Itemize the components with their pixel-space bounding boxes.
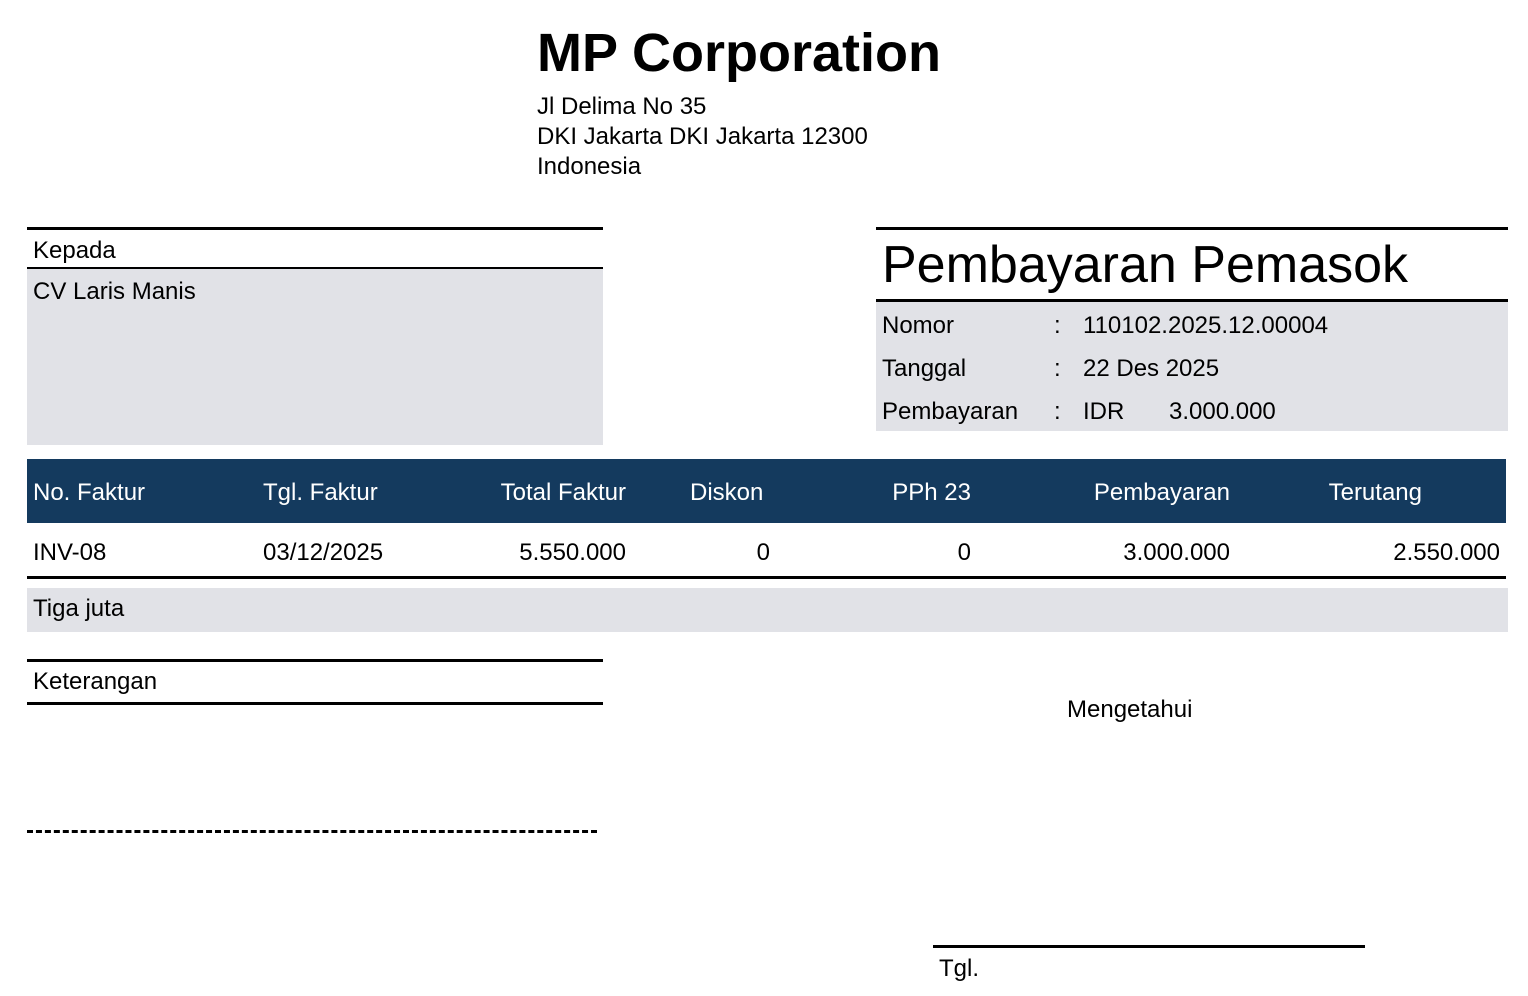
address-line-3: Indonesia — [537, 153, 642, 180]
info-colon: : — [1054, 355, 1061, 382]
document-box: Pembayaran Pemasok Nomor : 110102.2025.1… — [876, 227, 1508, 431]
header-invoice-total: Total Faktur — [500, 479, 626, 506]
cell-invoice-date: 03/12/2025 — [263, 539, 384, 566]
info-row-number: Nomor : 110102.2025.12.00004 — [876, 306, 1508, 349]
document-number: 110102.2025.12.00004 — [1083, 312, 1329, 339]
document-info: Nomor : 110102.2025.12.00004 Tanggal : 2… — [876, 302, 1508, 431]
header-discount: Diskon — [690, 479, 764, 506]
recipient-box: Kepada CV Laris Manis — [27, 227, 603, 445]
notes-dashed-line — [27, 830, 597, 833]
info-label: Nomor — [882, 312, 955, 339]
header-invoice-date: Tgl. Faktur — [263, 479, 378, 506]
header-payment: Pembayaran — [1093, 479, 1230, 506]
header-pph23: PPh 23 — [892, 479, 971, 506]
signature-line — [933, 945, 1365, 948]
recipient-label: Kepada — [27, 227, 603, 269]
cell-invoice-no: INV-08 — [33, 539, 107, 566]
cell-invoice-total: 5.550.000 — [519, 539, 626, 566]
amount-in-words: Tiga juta — [27, 588, 1508, 632]
info-row-payment: Pembayaran : IDR 3.000.000 — [876, 392, 1508, 435]
address-line-1: Jl Delima No 35 — [537, 93, 707, 120]
address-line-2: DKI Jakarta DKI Jakarta 12300 — [537, 123, 868, 150]
info-row-date: Tanggal : 22 Des 2025 — [876, 349, 1508, 392]
cell-pph23: 0 — [957, 539, 971, 566]
info-label: Pembayaran — [882, 398, 1019, 425]
payment-amount: 3.000.000 — [1169, 398, 1276, 425]
company-address: Jl Delima No 35 DKI Jakarta DKI Jakarta … — [537, 92, 868, 182]
signature-date-label: Tgl. — [939, 955, 980, 982]
header-invoice-no: No. Faktur — [33, 479, 146, 506]
info-colon: : — [1054, 312, 1061, 339]
cell-payment: 3.000.000 — [1123, 539, 1230, 566]
acknowledged-label: Mengetahui — [1067, 696, 1193, 723]
cell-outstanding: 2.550.000 — [1393, 539, 1500, 566]
invoice-table: No. Faktur Tgl. Faktur Total Faktur Disk… — [27, 459, 1506, 579]
table-header: No. Faktur Tgl. Faktur Total Faktur Disk… — [27, 459, 1506, 523]
company-name: MP Corporation — [537, 23, 941, 83]
info-colon: : — [1054, 398, 1061, 425]
recipient-name: CV Laris Manis — [27, 269, 603, 445]
cell-discount: 0 — [756, 539, 770, 566]
table-row: INV-08 03/12/2025 5.550.000 0 0 3.000.00… — [27, 523, 1506, 579]
document-title: Pembayaran Pemasok — [876, 227, 1508, 302]
header-outstanding: Terutang — [1328, 479, 1422, 506]
notes-label: Keterangan — [27, 659, 603, 705]
payment-currency: IDR — [1083, 398, 1125, 425]
info-label: Tanggal — [882, 355, 967, 382]
document-date: 22 Des 2025 — [1083, 355, 1220, 382]
